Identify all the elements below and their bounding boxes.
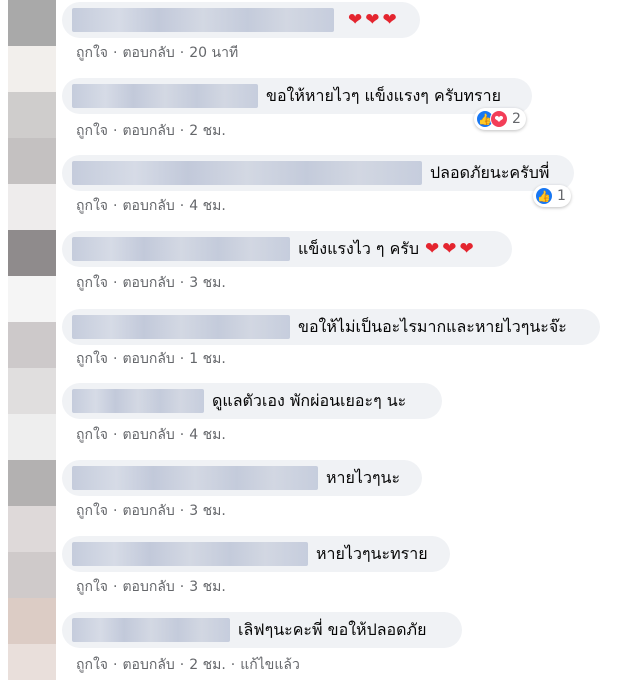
avatar-column: [8, 0, 56, 680]
avatar[interactable]: [8, 46, 56, 92]
like-link[interactable]: ถูกใจ: [76, 427, 108, 443]
avatar[interactable]: [8, 230, 56, 276]
comment-actions: ถูกใจ · ตอบกลับ · 20 นาที: [76, 45, 239, 61]
commenter-name[interactable]: [72, 618, 230, 642]
avatar[interactable]: [8, 368, 56, 414]
comment-bubble: หายไวๆนะทราย: [62, 536, 450, 572]
like-link[interactable]: ถูกใจ: [76, 198, 108, 214]
comment-time[interactable]: 20 นาที: [189, 45, 238, 61]
like-link[interactable]: ถูกใจ: [76, 351, 108, 367]
comment-time[interactable]: 3 ชม.: [189, 503, 226, 519]
commenter-name[interactable]: [72, 237, 290, 261]
reaction-count: 2: [512, 111, 521, 127]
comment-bubble: ❤❤❤: [62, 2, 420, 38]
comment-bubble: แข็งแรงไว ๆ ครับ ❤❤❤: [62, 231, 512, 267]
comment-actions: ถูกใจ · ตอบกลับ · 1 ชม.: [76, 351, 226, 367]
comment-actions: ถูกใจ · ตอบกลับ · 4 ชม.: [76, 427, 226, 443]
comment-actions: ถูกใจ · ตอบกลับ · 4 ชม.: [76, 198, 226, 214]
comment-time[interactable]: 4 ชม.: [189, 198, 226, 214]
like-link[interactable]: ถูกใจ: [76, 579, 108, 595]
comment-text: ปลอดภัยนะครับพี่: [430, 162, 550, 182]
heart-icon: ❤❤❤: [348, 10, 400, 30]
reaction-summary[interactable]: 👍 ❤ 2: [474, 108, 526, 130]
comment-time[interactable]: 3 ชม.: [189, 275, 226, 291]
reply-link[interactable]: ตอบกลับ: [122, 503, 174, 519]
avatar[interactable]: [8, 506, 56, 552]
comment-text: หายไวๆนะ: [326, 467, 401, 487]
heart-icon: ❤❤❤: [425, 239, 477, 259]
comment-time[interactable]: 1 ชม.: [189, 351, 226, 367]
like-icon: 👍: [535, 187, 553, 205]
comment-time[interactable]: 2 ชม.: [189, 657, 226, 673]
comment-time[interactable]: 2 ชม.: [189, 123, 226, 139]
reply-link[interactable]: ตอบกลับ: [122, 123, 174, 139]
avatar[interactable]: [8, 276, 56, 322]
comment-actions: ถูกใจ · ตอบกลับ · 3 ชม.: [76, 579, 226, 595]
avatar[interactable]: [8, 598, 56, 644]
comment-bubble: หายไวๆนะ: [62, 460, 422, 496]
comment-actions: ถูกใจ · ตอบกลับ · 2 ชม.: [76, 123, 226, 139]
reply-link[interactable]: ตอบกลับ: [122, 275, 174, 291]
reply-link[interactable]: ตอบกลับ: [122, 427, 174, 443]
comment-bubble: ปลอดภัยนะครับพี่: [62, 155, 574, 191]
avatar[interactable]: [8, 644, 56, 680]
like-link[interactable]: ถูกใจ: [76, 275, 108, 291]
comment-time[interactable]: 4 ชม.: [189, 427, 226, 443]
comment-actions: ถูกใจ · ตอบกลับ · 2 ชม. · แก้ไขแล้ว: [76, 657, 300, 673]
avatar[interactable]: [8, 460, 56, 506]
reaction-count: 1: [557, 188, 566, 204]
avatar[interactable]: [8, 0, 56, 46]
reply-link[interactable]: ตอบกลับ: [122, 198, 174, 214]
reply-link[interactable]: ตอบกลับ: [122, 351, 174, 367]
comment-time[interactable]: 3 ชม.: [189, 579, 226, 595]
like-link[interactable]: ถูกใจ: [76, 657, 108, 673]
commenter-name[interactable]: [72, 315, 290, 339]
like-link[interactable]: ถูกใจ: [76, 503, 108, 519]
comment-text: ขอให้ไม่เป็นอะไรมากและหายไวๆนะจ๊ะ: [298, 316, 567, 336]
avatar[interactable]: [8, 322, 56, 368]
like-link[interactable]: ถูกใจ: [76, 45, 108, 61]
comment-actions: ถูกใจ · ตอบกลับ · 3 ชม.: [76, 503, 226, 519]
commenter-name[interactable]: [72, 8, 334, 32]
comment-text: เลิฟๆนะคะพี่ ขอให้ปลอดภัย: [238, 619, 427, 639]
reply-link[interactable]: ตอบกลับ: [122, 657, 174, 673]
reply-link[interactable]: ตอบกลับ: [122, 579, 174, 595]
comment-bubble: ดูแลตัวเอง พักผ่อนเยอะๆ นะ: [62, 383, 442, 419]
comment-text: ขอให้หายไวๆ แข็งแรงๆ ครับทราย: [266, 85, 501, 105]
commenter-name[interactable]: [72, 389, 204, 413]
commenter-name[interactable]: [72, 466, 318, 490]
comment-bubble: ขอให้หายไวๆ แข็งแรงๆ ครับทราย: [62, 78, 532, 114]
avatar[interactable]: [8, 552, 56, 598]
comment-bubble: ขอให้ไม่เป็นอะไรมากและหายไวๆนะจ๊ะ: [62, 309, 600, 345]
comment-text: หายไวๆนะทราย: [316, 543, 428, 563]
avatar[interactable]: [8, 184, 56, 230]
reply-link[interactable]: ตอบกลับ: [122, 45, 174, 61]
avatar[interactable]: [8, 414, 56, 460]
edited-label[interactable]: แก้ไขแล้ว: [240, 657, 300, 673]
comment-bubble: เลิฟๆนะคะพี่ ขอให้ปลอดภัย: [62, 612, 462, 648]
like-link[interactable]: ถูกใจ: [76, 123, 108, 139]
commenter-name[interactable]: [72, 161, 422, 185]
avatar[interactable]: [8, 138, 56, 184]
commenter-name[interactable]: [72, 84, 258, 108]
comment-actions: ถูกใจ · ตอบกลับ · 3 ชม.: [76, 275, 226, 291]
reaction-summary[interactable]: 👍 1: [533, 185, 571, 207]
comment-text: ดูแลตัวเอง พักผ่อนเยอะๆ นะ: [212, 390, 407, 410]
avatar[interactable]: [8, 92, 56, 138]
commenter-name[interactable]: [72, 542, 308, 566]
comment-text: แข็งแรงไว ๆ ครับ: [298, 238, 420, 258]
love-icon: ❤: [490, 110, 508, 128]
